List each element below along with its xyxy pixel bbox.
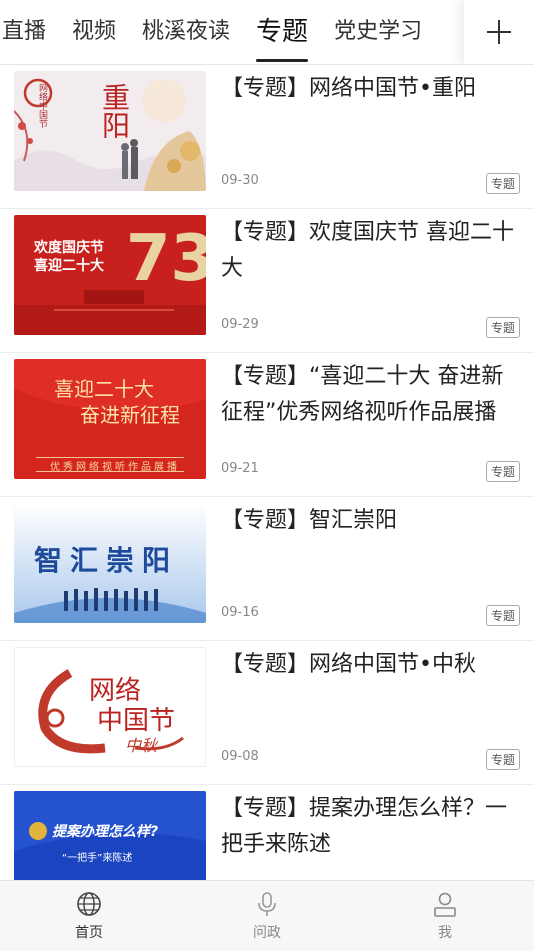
thumb-title: 欢度国庆节: [34, 240, 104, 256]
thumb-subtitle: 网络中国节: [37, 83, 47, 128]
nav-home[interactable]: 首页: [0, 881, 178, 951]
user-icon: [434, 892, 456, 917]
tab-label: 党史学习: [334, 19, 423, 44]
nav-label: 我: [438, 925, 452, 941]
tab-night-reading[interactable]: 桃溪夜读: [129, 0, 243, 64]
article-title: 【专题】提案办理怎么样？一把手来陈述: [221, 796, 508, 857]
plus-icon: [487, 20, 511, 44]
thumb-tag: 中秋: [125, 736, 158, 755]
article-title: 【专题】网络中国节•中秋: [221, 652, 476, 677]
nav-label: 首页: [75, 925, 103, 941]
article-date: 09-16: [221, 605, 259, 620]
tab-label: 桃溪夜读: [142, 19, 231, 44]
list-item[interactable]: 欢度国庆节 喜迎二十大 73 【专题】欢度国庆节 喜迎二十大 09-29 专题: [0, 209, 534, 353]
tab-list: 直播 视频 桃溪夜读 专题 党史学习: [0, 0, 435, 64]
top-tab-bar: 直播 视频 桃溪夜读 专题 党史学习: [0, 0, 534, 65]
article-thumbnail: 智汇崇阳: [14, 503, 206, 623]
thumb-subtitle: 奋进新征程: [80, 403, 180, 427]
thumb-title: 提案办理怎么样?: [52, 824, 159, 840]
tab-video[interactable]: 视频: [59, 0, 129, 64]
topic-badge: 专题: [485, 173, 520, 194]
article-date: 09-30: [221, 173, 259, 188]
thumb-title: 智汇崇阳: [34, 544, 179, 577]
tab-special-topic[interactable]: 专题: [243, 0, 321, 64]
article-thumbnail: 重阳 网络中国节: [14, 71, 206, 191]
article-date: 09-21: [221, 461, 259, 476]
tab-label: 直播: [2, 19, 47, 44]
nav-me[interactable]: 我: [356, 881, 534, 951]
article-thumbnail: 网络 中国节 中秋: [14, 647, 206, 767]
tab-label: 专题: [256, 17, 309, 47]
thumb-title: 重阳: [98, 83, 131, 139]
article-date: 09-29: [221, 317, 259, 332]
list-item[interactable]: 网络 中国节 中秋 【专题】网络中国节•中秋 09-08 专题: [0, 641, 534, 785]
article-list: 重阳 网络中国节 【专题】网络中国节•重阳 09-30 专题 欢度国庆节 喜迎二…: [0, 65, 534, 928]
thumb-title: 喜迎二十大: [54, 377, 154, 401]
thumb-subtitle: “一把手”来陈述: [62, 853, 133, 864]
topic-badge: 专题: [485, 605, 520, 626]
microphone-icon: [258, 892, 276, 916]
article-title: 【专题】欢度国庆节 喜迎二十大: [221, 220, 514, 281]
thumb-number: 73: [126, 222, 206, 296]
tab-label: 视频: [72, 19, 117, 44]
tab-live[interactable]: 直播: [0, 0, 59, 64]
globe-icon: [77, 892, 101, 916]
add-tab-button[interactable]: [464, 0, 534, 64]
article-thumbnail: 喜迎二十大 奋进新征程 优秀网络视听作品展播: [14, 359, 206, 479]
list-item[interactable]: 重阳 网络中国节 【专题】网络中国节•重阳 09-30 专题: [0, 65, 534, 209]
nav-inquiry[interactable]: 问政: [178, 881, 356, 951]
thumb-footer: 优秀网络视听作品展播: [50, 462, 180, 473]
article-date: 09-08: [221, 749, 259, 764]
tab-party-history[interactable]: 党史学习: [321, 0, 435, 64]
nav-label: 问政: [253, 925, 281, 941]
active-tab-indicator: [256, 59, 309, 62]
article-title: 【专题】网络中国节•重阳: [221, 76, 476, 101]
thumb-subtitle: 喜迎二十大: [34, 258, 104, 274]
article-title: 【专题】“喜迎二十大 奋进新征程”优秀网络视听作品展播: [221, 364, 504, 425]
topic-badge: 专题: [485, 749, 520, 770]
bottom-navigation: 首页 问政 我: [0, 880, 534, 951]
topic-badge: 专题: [485, 317, 520, 338]
topic-badge: 专题: [485, 461, 520, 482]
list-item[interactable]: 喜迎二十大 奋进新征程 优秀网络视听作品展播 【专题】“喜迎二十大 奋进新征程”…: [0, 353, 534, 497]
article-thumbnail: 欢度国庆节 喜迎二十大 73: [14, 215, 206, 335]
list-item[interactable]: 智汇崇阳 【专题】智汇崇阳 09-16 专题: [0, 497, 534, 641]
article-title: 【专题】智汇崇阳: [221, 508, 398, 533]
